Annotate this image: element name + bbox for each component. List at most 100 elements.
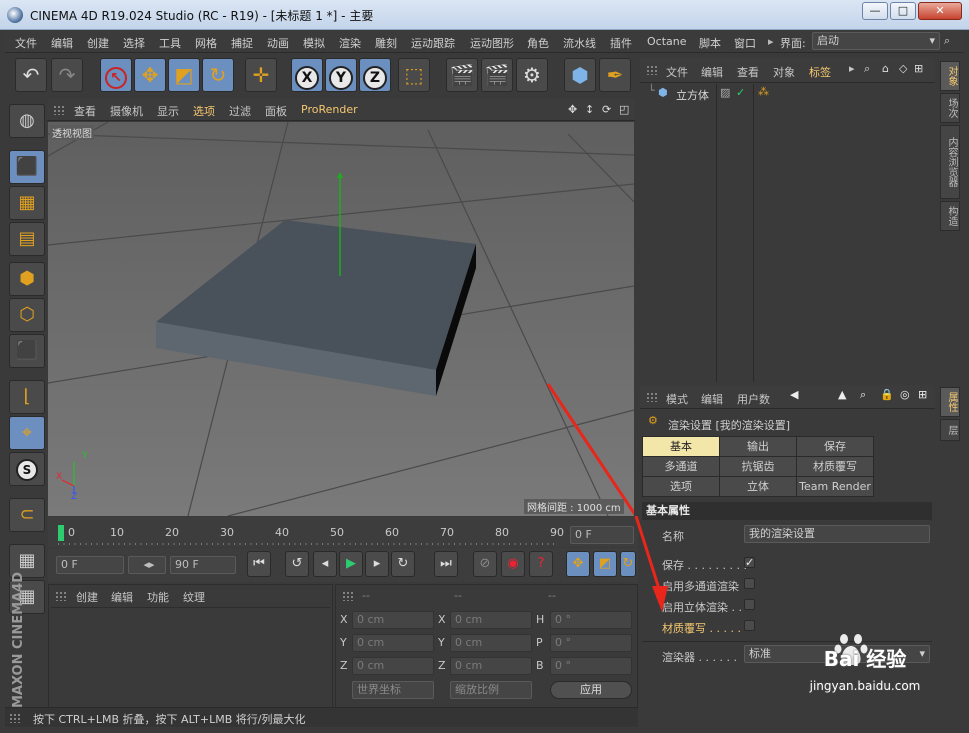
undo-button[interactable]: ↶	[15, 58, 47, 92]
viewport-menu-panel[interactable]: 面板	[265, 103, 287, 119]
prev-frame-button[interactable]: ◂	[313, 551, 337, 577]
am-menu-userdata[interactable]: 用户数	[737, 391, 770, 407]
frame-range-slider[interactable]: ◂▸	[128, 556, 166, 574]
tab-stereo[interactable]: 立体	[720, 477, 796, 496]
name-field[interactable]: 我的渲染设置	[744, 525, 930, 543]
pos-z-field[interactable]: 0 cm	[352, 657, 434, 675]
menu-render[interactable]: 渲染	[339, 35, 361, 51]
menu-sculpt[interactable]: 雕刻	[375, 35, 397, 51]
x-axis-lock-button[interactable]: X	[291, 58, 323, 92]
current-frame-field[interactable]: 0 F	[570, 526, 634, 544]
layer-icon[interactable]: ▨	[720, 86, 730, 99]
menu-character[interactable]: 角色	[527, 35, 549, 51]
rot-p-field[interactable]: 0 °	[550, 634, 632, 652]
lock-icon[interactable]: 🔒	[880, 388, 894, 401]
menu-snap[interactable]: 捕捉	[231, 35, 253, 51]
target-icon[interactable]: ◎	[900, 388, 910, 401]
layout-select[interactable]: 启动 ▾	[812, 32, 940, 50]
move-button[interactable]: ✥	[134, 58, 166, 92]
visible-check-icon[interactable]: ✓	[736, 86, 745, 99]
menu-animate[interactable]: 动画	[267, 35, 289, 51]
points-mode-button[interactable]: ⬢	[9, 262, 45, 296]
om-menu-tags[interactable]: 标签	[809, 64, 831, 80]
om-menu-file[interactable]: 文件	[666, 64, 688, 80]
tab-team-render[interactable]: Team Render	[797, 477, 873, 496]
size-y-field[interactable]: 0 cm	[450, 634, 532, 652]
om-menu-object[interactable]: 对象	[773, 64, 795, 80]
am-menu-edit[interactable]: 编辑	[701, 391, 723, 407]
viewport-menu-display[interactable]: 显示	[157, 103, 179, 119]
goto-end-button[interactable]: ⏭	[434, 551, 458, 577]
pos-y-field[interactable]: 0 cm	[352, 634, 434, 652]
close-button[interactable]: ✕	[918, 2, 962, 20]
tab-basic[interactable]: 基本	[643, 437, 719, 456]
scale-mode-select[interactable]: 缩放比例	[450, 681, 532, 699]
rot-h-field[interactable]: 0 °	[550, 611, 632, 629]
search-icon[interactable]: ⌕	[944, 34, 950, 48]
drag-handle-icon[interactable]	[646, 65, 658, 75]
timeline-playhead[interactable]	[58, 525, 64, 541]
snap-button[interactable]: S	[9, 452, 45, 486]
coord-system-select[interactable]: 世界坐标	[352, 681, 434, 699]
new-window-icon[interactable]: ⊞	[918, 388, 927, 401]
drag-handle-icon[interactable]	[342, 591, 354, 601]
prop-material-override-checkbox[interactable]	[744, 620, 755, 631]
om-menu-view[interactable]: 查看	[737, 64, 759, 80]
prop-save-checkbox[interactable]: ✓	[744, 557, 755, 568]
tab-antialiasing[interactable]: 抗锯齿	[720, 457, 796, 476]
perspective-viewport[interactable]: 透视视图 Y X Z 网格间距 : 1000 cm	[48, 122, 634, 516]
drag-handle-icon[interactable]	[646, 392, 658, 402]
side-tab-content-browser[interactable]: 内容浏览器	[940, 125, 960, 199]
pos-x-field[interactable]: 0 cm	[352, 611, 434, 629]
viewport-menu-prorender[interactable]: ProRender	[301, 103, 358, 116]
material-menu-texture[interactable]: 纹理	[183, 589, 205, 605]
key-position-button[interactable]: ✥	[566, 551, 590, 577]
rot-b-field[interactable]: 0 °	[550, 657, 632, 675]
goto-start-button[interactable]: ⏮	[247, 551, 271, 577]
menu-window[interactable]: 窗口	[734, 35, 756, 51]
key-scale-button[interactable]: ◩	[593, 551, 617, 577]
texture-mode-button[interactable]: ▦	[9, 186, 45, 220]
model-mode-button[interactable]: ⬛	[9, 150, 45, 184]
object-name[interactable]: 立方体	[676, 87, 709, 103]
render-settings-button[interactable]: ⚙	[516, 58, 548, 92]
viewport-menu-camera[interactable]: 摄像机	[110, 103, 143, 119]
start-frame-field[interactable]: 0 F	[56, 556, 124, 574]
viewport-menu-view[interactable]: 查看	[74, 103, 96, 119]
maximize-button[interactable]: □	[890, 2, 916, 20]
end-frame-field[interactable]: 90 F	[170, 556, 236, 574]
size-z-field[interactable]: 0 cm	[450, 657, 532, 675]
tweak-mode-button[interactable]: ⌖	[9, 416, 45, 450]
tab-output[interactable]: 输出	[720, 437, 796, 456]
render-view-button[interactable]: 🎬	[446, 58, 478, 92]
om-menu-edit[interactable]: 编辑	[701, 64, 723, 80]
material-menu-edit[interactable]: 编辑	[111, 589, 133, 605]
menu-edit[interactable]: 编辑	[51, 35, 73, 51]
search-icon[interactable]: ⌕	[864, 62, 870, 76]
menu-octane[interactable]: Octane	[647, 35, 687, 48]
scale-button[interactable]: ◩	[168, 58, 200, 92]
list-item[interactable]: └ ⬢ 立方体 ▨ ✓ ⁂	[640, 84, 935, 382]
pen-tool-button[interactable]: ✒	[599, 58, 631, 92]
menu-create[interactable]: 创建	[87, 35, 109, 51]
next-key-button[interactable]: ↻	[391, 551, 415, 577]
record-keys-button[interactable]: ⊘	[473, 551, 497, 577]
menu-script[interactable]: 脚本	[699, 35, 721, 51]
new-window-icon[interactable]: ⊞	[914, 62, 923, 75]
menu-file[interactable]: 文件	[15, 35, 37, 51]
viewport-menu-filter[interactable]: 过滤	[229, 103, 251, 119]
side-tab-structure[interactable]: 构造	[940, 201, 960, 231]
coordinate-system-button[interactable]: ⬚	[398, 58, 430, 92]
polygons-mode-button[interactable]: ⬛	[9, 334, 45, 368]
side-tab-objects[interactable]: 对象	[940, 61, 960, 91]
menu-motion-tracking[interactable]: 运动跟踪	[411, 35, 455, 51]
menu-mograph[interactable]: 运动图形	[470, 35, 514, 51]
drag-handle-icon[interactable]	[55, 591, 67, 601]
prev-key-button[interactable]: ↺	[285, 551, 309, 577]
edges-mode-button[interactable]: ⬡	[9, 298, 45, 332]
material-menu-function[interactable]: 功能	[147, 589, 169, 605]
side-tab-attributes[interactable]: 属性	[940, 387, 960, 417]
magnet-button[interactable]: ⊂	[9, 498, 45, 532]
viewport-move-icon[interactable]: ✥	[568, 103, 577, 116]
search-icon[interactable]: ⌕	[860, 388, 866, 402]
